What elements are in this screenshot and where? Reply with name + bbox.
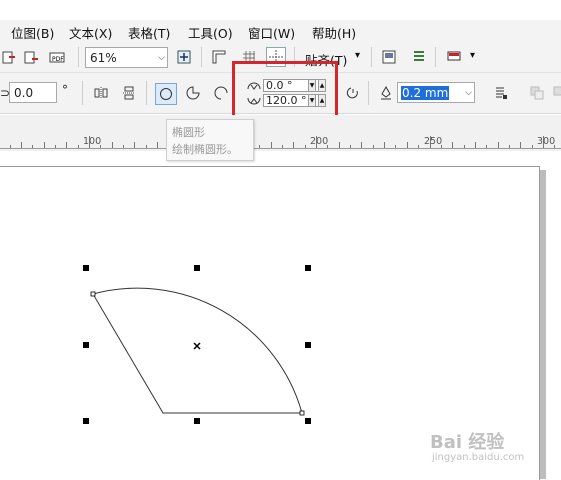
handle-bottom-right — [305, 418, 311, 424]
pie-shape-layer — [83, 265, 311, 424]
handle-middle-left — [83, 342, 89, 348]
handle-top-left — [83, 265, 89, 271]
handle-top-middle — [194, 265, 200, 271]
watermark-brand: Bai 经验 — [430, 432, 505, 453]
handle-bottom-left — [83, 418, 89, 424]
tooltip-description: 绘制椭圆形。 — [172, 143, 238, 156]
center-marker — [193, 342, 201, 350]
end-angle-node — [299, 410, 305, 416]
start-angle-node — [90, 291, 96, 297]
tooltip-title: 椭圆形 — [172, 126, 205, 139]
watermark-url: jingyan.baidu.com — [432, 452, 525, 463]
pie-shape[interactable] — [92, 287, 303, 414]
ellipse-tooltip: 椭圆形 绘制椭圆形。 — [166, 119, 254, 161]
handle-bottom-middle — [194, 418, 200, 424]
handle-top-right — [305, 265, 311, 271]
handle-middle-right — [305, 342, 311, 348]
